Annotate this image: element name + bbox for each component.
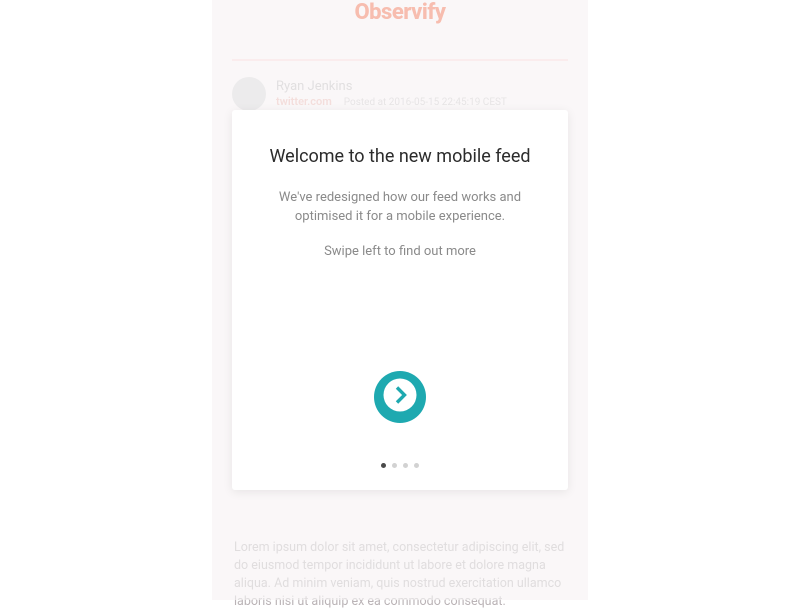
pagination-dot[interactable]	[381, 463, 386, 468]
modal-overlay[interactable]: Welcome to the new mobile feed We've red…	[212, 0, 588, 600]
app-viewport: Observify Ryan Jenkins twitter.com Poste…	[212, 0, 588, 600]
pagination-dot[interactable]	[414, 463, 419, 468]
next-button[interactable]	[374, 371, 426, 423]
pagination-dots	[260, 463, 540, 468]
onboarding-paragraph-2: Swipe left to find out more	[260, 243, 540, 262]
chevron-right-icon	[382, 377, 418, 417]
onboarding-paragraph-1: We've redesigned how our feed works and …	[260, 189, 540, 227]
onboarding-modal: Welcome to the new mobile feed We've red…	[232, 110, 568, 490]
onboarding-title: Welcome to the new mobile feed	[260, 146, 540, 167]
pagination-dot[interactable]	[392, 463, 397, 468]
pagination-dot[interactable]	[403, 463, 408, 468]
